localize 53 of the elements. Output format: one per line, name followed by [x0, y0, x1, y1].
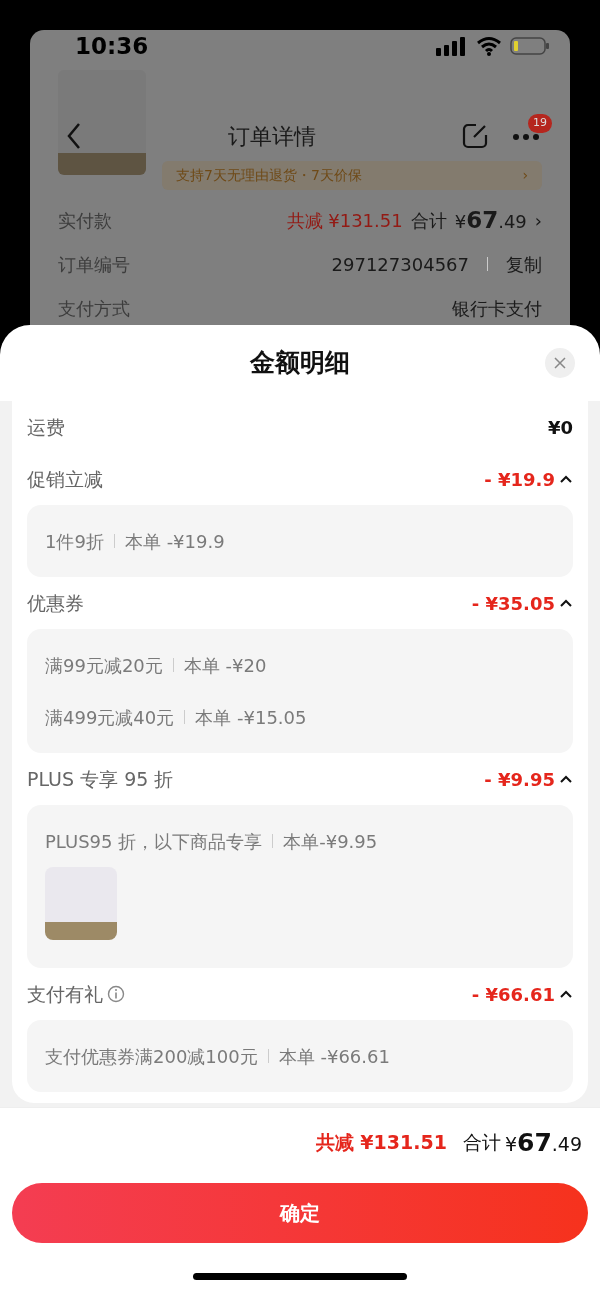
discount-name: 支付优惠券满200减100元 — [45, 1044, 258, 1069]
wifi-icon — [476, 36, 502, 56]
order-number: 297127304567 — [331, 252, 469, 277]
section-label: 支付有礼 — [27, 981, 103, 1007]
section-label: 运费 — [27, 414, 65, 440]
close-button[interactable] — [545, 348, 575, 378]
battery-icon — [510, 36, 550, 56]
section-label: 促销立减 — [27, 466, 103, 492]
total-amount: ¥67.49 — [454, 205, 527, 235]
row-label: 实付款 — [58, 208, 112, 233]
page-title: 订单详情 — [228, 122, 316, 151]
caret-up-icon[interactable] — [559, 474, 573, 484]
total-discount: 共减 ¥131.51 — [315, 1130, 447, 1156]
discount-name: PLUS95 折，以下商品专享 — [45, 829, 263, 854]
row-label: 支付方式 — [58, 296, 130, 321]
promo-text: 支持7天无理由退货・7天价保 — [176, 166, 362, 185]
discount-detail: 本单 -¥66.61 — [278, 1044, 390, 1069]
more-icon[interactable] — [512, 132, 540, 141]
caret-up-icon[interactable] — [559, 989, 573, 999]
section-label: PLUS 专享 95 折 — [27, 766, 174, 792]
row-value: 银行卡支付 — [452, 296, 542, 321]
discount-amount: - ¥35.05 — [471, 591, 555, 616]
confirm-button[interactable]: 确定 — [12, 1183, 588, 1243]
sheet-title: 金额明细 — [250, 347, 350, 380]
signal-icon — [436, 36, 468, 56]
caret-up-icon[interactable] — [559, 598, 573, 608]
back-icon[interactable] — [66, 122, 82, 150]
discount-name: 1件9折 — [45, 529, 104, 554]
total-label: 合计 — [462, 1130, 501, 1156]
row-label: 订单编号 — [58, 252, 130, 277]
share-icon[interactable] — [462, 123, 488, 149]
discount-amount: - ¥9.95 — [484, 767, 555, 792]
chevron-text: › — [534, 208, 542, 233]
status-time: 10:36 — [75, 31, 149, 61]
discount-name: 满99元减20元 — [45, 653, 163, 678]
total-label: 合计 — [410, 208, 447, 233]
copy-link[interactable]: 复制 — [506, 250, 542, 278]
close-icon — [554, 357, 566, 369]
discount-amount: 共减 ¥131.51 — [286, 208, 403, 233]
discount-detail: 本单 -¥19.9 — [124, 529, 225, 554]
fee-amount: ¥0 — [547, 415, 573, 440]
promo-bar[interactable]: 支持7天无理由退货・7天价保 › — [162, 161, 542, 190]
discount-detail: 本单-¥9.95 — [283, 829, 378, 854]
promo-arrow: › — [522, 166, 528, 185]
discount-detail: 本单 -¥20 — [183, 653, 267, 678]
discount-amount: - ¥66.61 — [471, 982, 555, 1007]
section-label: 优惠券 — [27, 590, 84, 616]
caret-up-icon[interactable] — [559, 774, 573, 784]
discount-detail: 本单 -¥15.05 — [195, 705, 307, 730]
discount-name: 满499元减40元 — [45, 705, 175, 730]
notification-badge: 19 — [528, 114, 552, 133]
total-amount: ¥67.49 — [504, 1126, 582, 1159]
discount-amount: - ¥19.9 — [484, 467, 555, 492]
